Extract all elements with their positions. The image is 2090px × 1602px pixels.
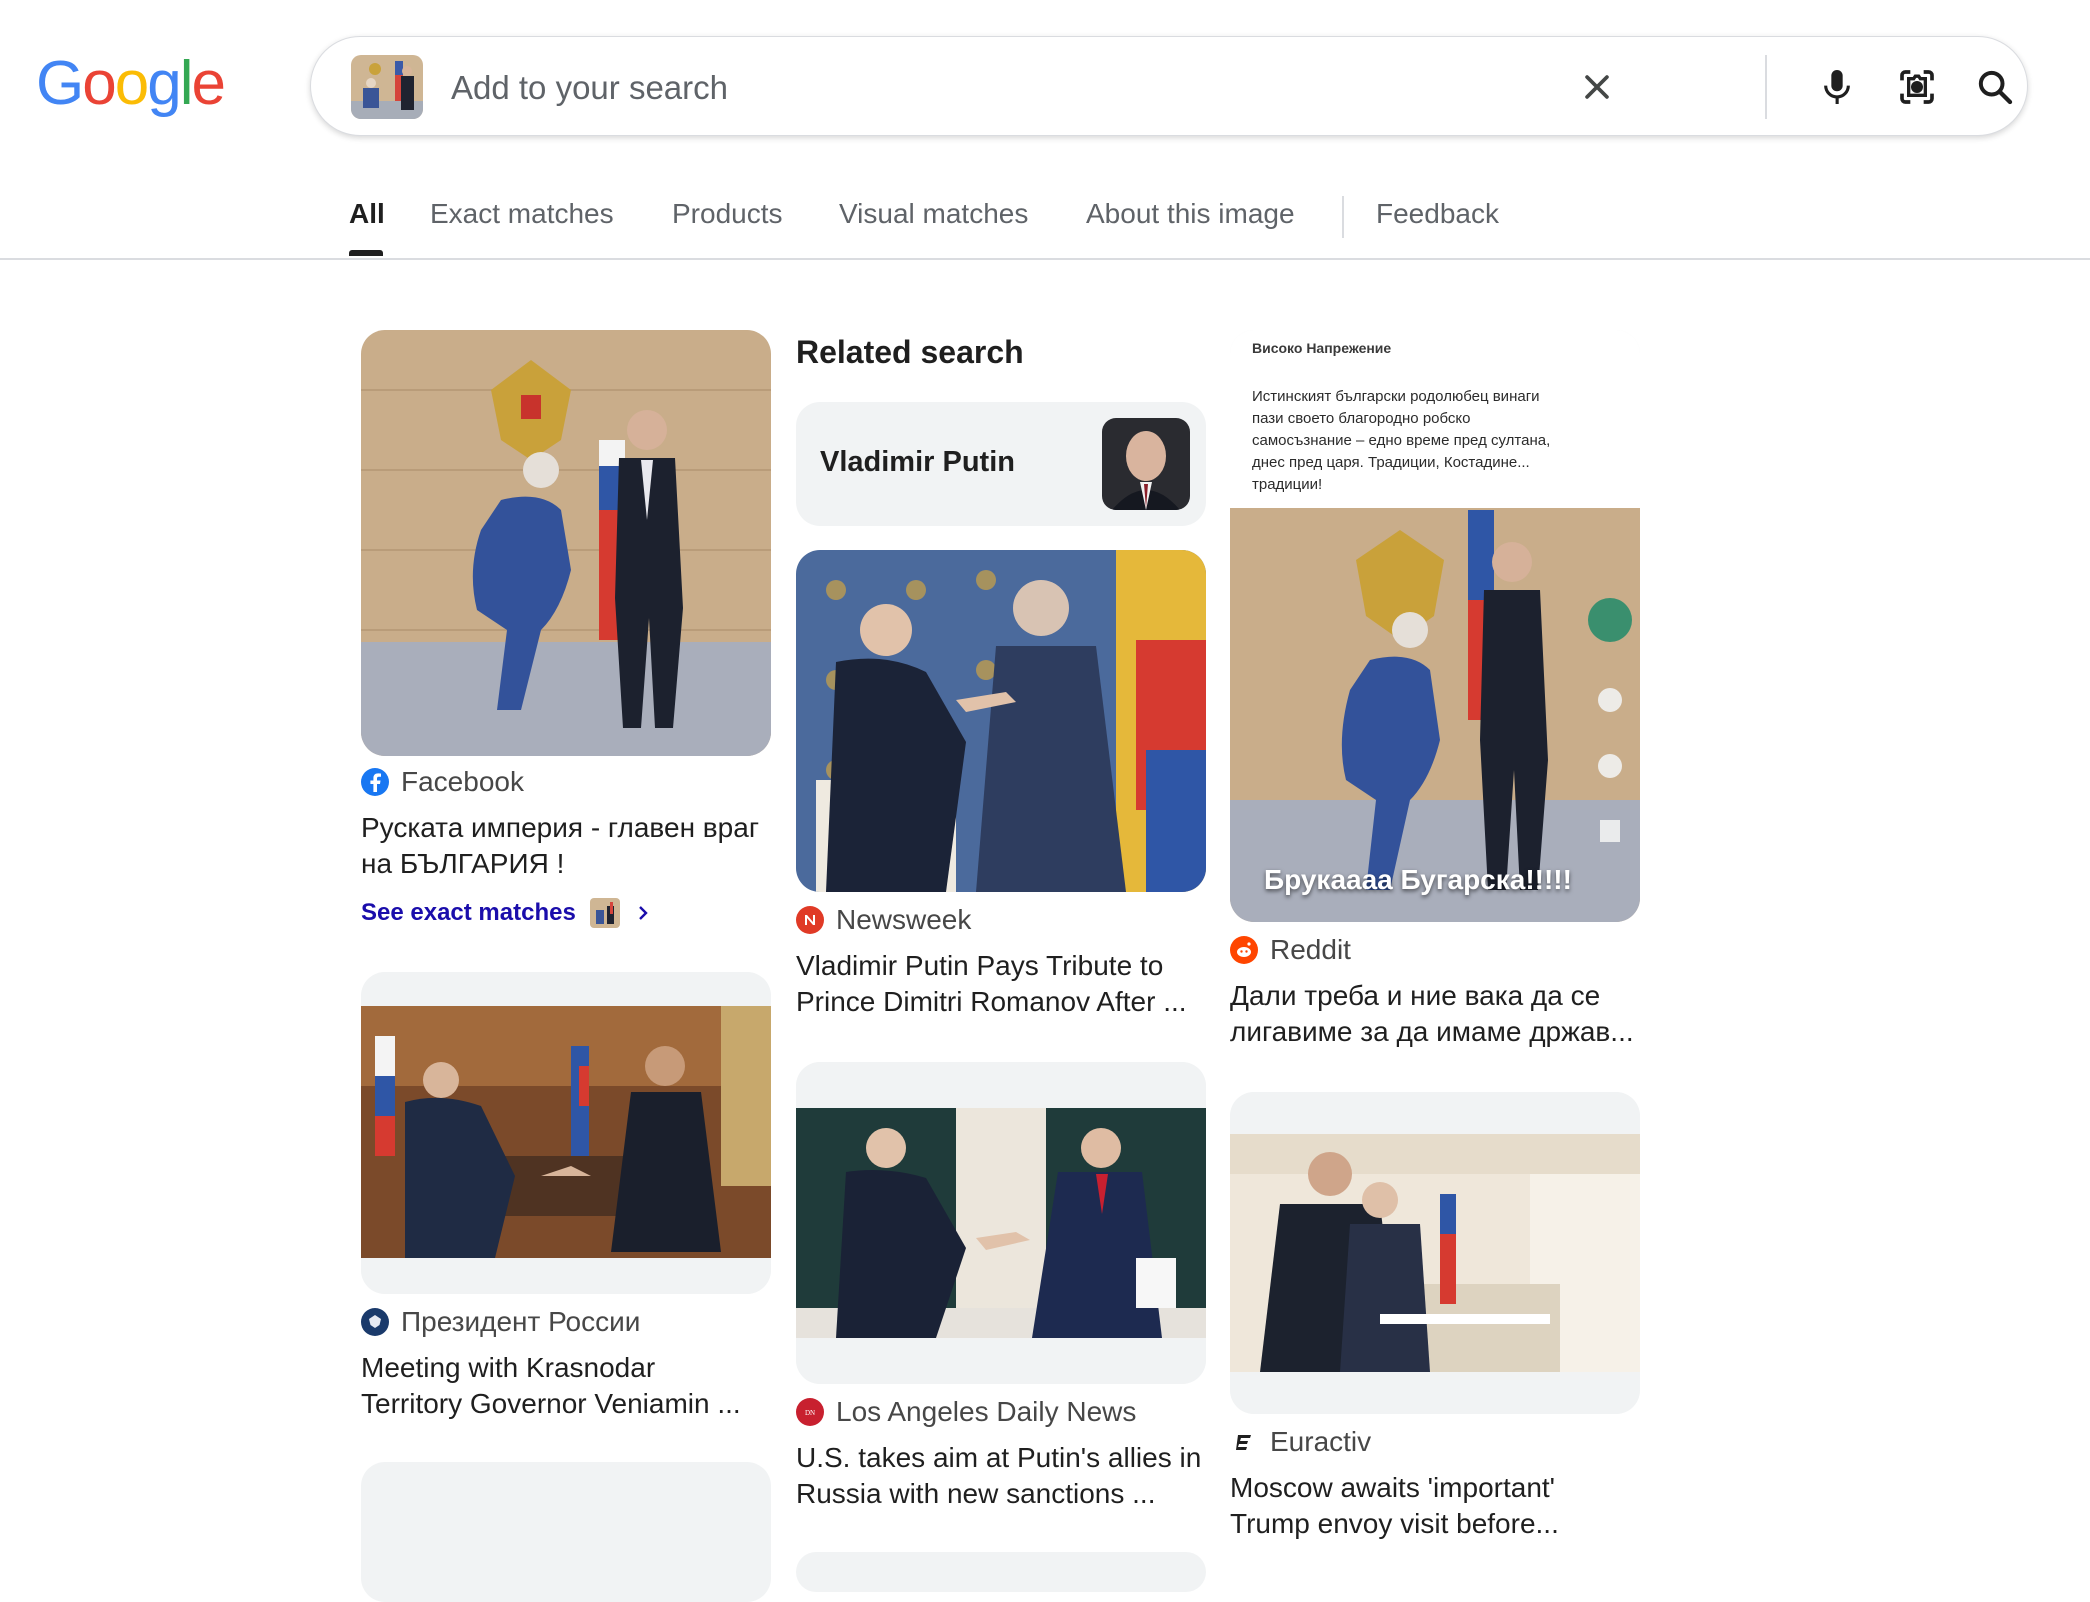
post-body-line: традиции! — [1252, 476, 1323, 493]
result-title-newsweek[interactable]: Vladimir Putin Pays Tribute to Prince Di… — [796, 948, 1216, 1020]
see-exact-matches-label: See exact matches — [361, 899, 576, 926]
logo-letter: G — [36, 49, 84, 118]
newsweek-icon — [796, 906, 824, 934]
post-author: Високо Напрежение — [1252, 340, 1392, 356]
camera-lens-icon[interactable] — [1893, 63, 1941, 111]
result-image-reddit[interactable]: Високо Напрежение Истинският български р… — [1230, 330, 1640, 922]
search-icon[interactable] — [1971, 63, 2019, 111]
title-line: Prince Dimitri Romanov After ... — [796, 986, 1187, 1017]
kremlin-emblem-icon — [361, 1308, 389, 1336]
result-image-placeholder[interactable] — [361, 1462, 771, 1602]
logo-letter: l — [179, 49, 194, 118]
title-line: Vladimir Putin Pays Tribute to — [796, 950, 1164, 981]
query-image-thumbnail[interactable] — [351, 55, 423, 119]
result-title-facebook[interactable]: Руската империя - главен враг на БЪЛГАРИ… — [361, 810, 781, 882]
image-caption: Брукаааа Бугарска!!!!! — [1264, 864, 1572, 895]
title-line: Territory Governor Veniamin ... — [361, 1388, 741, 1419]
result-image-placeholder[interactable] — [796, 1552, 1206, 1592]
related-search-chip[interactable]: Vladimir Putin — [796, 402, 1206, 526]
title-line: Trump envoy visit before... — [1230, 1508, 1559, 1539]
tab-products[interactable]: Products — [672, 198, 783, 230]
tab-all[interactable]: All — [349, 198, 385, 230]
related-search-label: Vladimir Putin — [820, 446, 1015, 478]
close-icon[interactable] — [1573, 63, 1621, 111]
tab-visual-matches[interactable]: Visual matches — [839, 198, 1028, 230]
related-search-thumbnail — [1102, 418, 1190, 510]
title-line: Дали треба и ние вака да се — [1230, 980, 1601, 1011]
daily-news-icon: DN — [796, 1398, 824, 1426]
result-image-kremlin[interactable] — [361, 972, 771, 1294]
exact-match-thumbnail — [589, 898, 620, 928]
result-source-newsweek[interactable]: Newsweek — [796, 904, 971, 936]
title-line: U.S. takes aim at Putin's allies in — [796, 1442, 1202, 1473]
results-tabs: All Exact matches Products Visual matche… — [0, 190, 2090, 260]
logo-letter: o — [114, 49, 150, 118]
result-image-euractiv[interactable] — [1230, 1092, 1640, 1414]
google-logo[interactable]: Google — [36, 48, 226, 119]
result-image-facebook[interactable] — [361, 330, 771, 756]
tab-feedback[interactable]: Feedback — [1376, 198, 1499, 230]
logo-letter: o — [82, 49, 117, 118]
logo-letter: e — [191, 49, 226, 118]
source-label: Reddit — [1270, 934, 1351, 965]
chevron-right-icon — [638, 906, 648, 920]
post-body-line: пази своето благородно робско — [1252, 410, 1471, 427]
result-title-ladailynews[interactable]: U.S. takes aim at Putin's allies in Russ… — [796, 1440, 1216, 1512]
post-body: Истинският български родолюбец винаги па… — [1252, 386, 1632, 496]
source-label: Euractiv — [1270, 1426, 1372, 1457]
result-source-kremlin[interactable]: Президент России — [361, 1306, 640, 1338]
result-source-euractiv[interactable]: Euractiv — [1230, 1426, 1371, 1458]
title-line: на БЪЛГАРИЯ ! — [361, 848, 565, 879]
post-body-line: Истинският български родолюбец винаги — [1252, 388, 1540, 405]
euractiv-icon — [1230, 1428, 1258, 1456]
result-image-ladailynews[interactable] — [796, 1062, 1206, 1384]
related-search-heading: Related search — [796, 334, 1024, 370]
source-label: Президент России — [401, 1306, 641, 1337]
tab-divider — [1342, 196, 1344, 238]
title-line: Meeting with Krasnodar — [361, 1352, 656, 1383]
result-source-reddit[interactable]: Reddit — [1230, 934, 1351, 966]
search-input[interactable] — [449, 61, 1453, 115]
source-label: Los Angeles Daily News — [836, 1396, 1137, 1427]
source-label: Newsweek — [836, 904, 972, 935]
result-source-ladailynews[interactable]: DN Los Angeles Daily News — [796, 1396, 1136, 1428]
result-source-facebook[interactable]: Facebook — [361, 766, 524, 798]
title-line: Руската империя - главен враг — [361, 812, 760, 843]
result-image-newsweek[interactable] — [796, 550, 1206, 892]
facebook-icon — [361, 768, 389, 796]
source-label: Facebook — [401, 766, 524, 797]
title-line: Moscow awaits 'important' — [1230, 1472, 1556, 1503]
result-title-kremlin[interactable]: Meeting with Krasnodar Territory Governo… — [361, 1350, 781, 1422]
see-exact-matches-link[interactable]: See exact matches — [361, 898, 652, 928]
tab-exact-matches[interactable]: Exact matches — [430, 198, 614, 230]
result-title-euractiv[interactable]: Moscow awaits 'important' Trump envoy vi… — [1230, 1470, 1650, 1542]
reddit-icon — [1230, 936, 1258, 964]
result-title-reddit[interactable]: Дали треба и ние вака да се лигавиме за … — [1230, 978, 1650, 1050]
svg-text:DN: DN — [805, 1409, 815, 1417]
title-line: лигавиме за да имаме држав... — [1230, 1016, 1634, 1047]
post-body-line: днес пред царя. Традиции, Костадине... — [1252, 454, 1530, 471]
tab-about-this-image[interactable]: About this image — [1086, 198, 1295, 230]
logo-letter: g — [147, 49, 182, 118]
active-tab-indicator — [349, 250, 383, 256]
microphone-icon[interactable] — [1813, 63, 1861, 111]
search-bar-divider — [1765, 55, 1767, 119]
title-line: Russia with new sanctions ... — [796, 1478, 1156, 1509]
post-body-line: самосъзнание – едно време пред султана, — [1252, 432, 1551, 449]
search-bar — [310, 36, 2028, 136]
